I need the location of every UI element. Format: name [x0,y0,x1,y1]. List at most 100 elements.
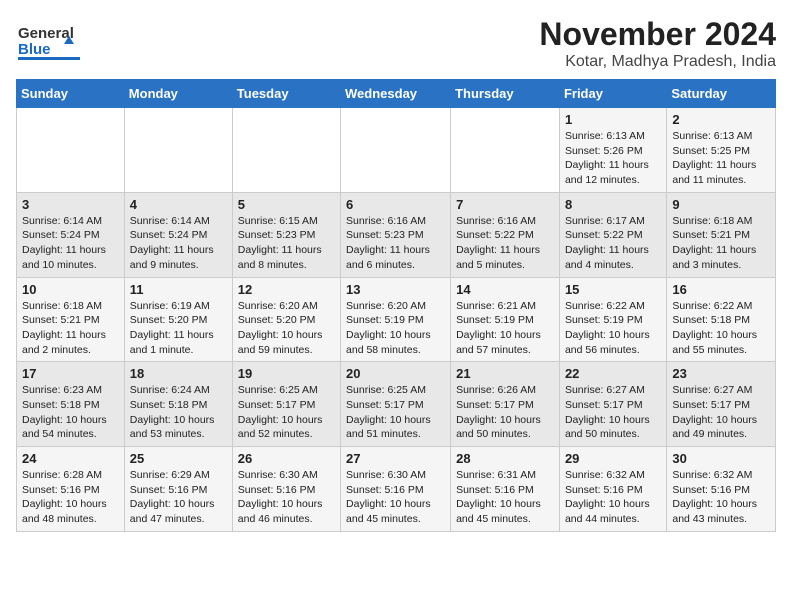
day-info: Sunrise: 6:14 AM Sunset: 5:24 PM Dayligh… [22,214,119,273]
day-info: Sunrise: 6:16 AM Sunset: 5:23 PM Dayligh… [346,214,445,273]
title-block: November 2024 Kotar, Madhya Pradesh, Ind… [539,16,776,71]
day-info: Sunrise: 6:21 AM Sunset: 5:19 PM Dayligh… [456,299,554,358]
column-header-sunday: Sunday [17,80,125,108]
day-number: 22 [565,366,661,381]
calendar-cell: 1 Sunrise: 6:13 AM Sunset: 5:26 PM Daylig… [559,108,666,193]
day-number: 6 [346,197,445,212]
page-title: November 2024 [539,16,776,53]
day-info: Sunrise: 6:19 AM Sunset: 5:20 PM Dayligh… [130,299,227,358]
calendar-cell: 17 Sunrise: 6:23 AM Sunset: 5:18 PM Dayli… [17,362,125,447]
calendar-cell: 12 Sunrise: 6:20 AM Sunset: 5:20 PM Dayli… [232,277,340,362]
day-number: 21 [456,366,554,381]
calendar-week-3: 10Sunrise: 6:18 AM Sunset: 5:21 PM Dayli… [17,277,776,362]
calendar-cell: 22 Sunrise: 6:27 AM Sunset: 5:17 PM Dayli… [559,362,666,447]
day-info: Sunrise: 6:26 AM Sunset: 5:17 PM Dayligh… [456,383,554,442]
day-number: 30 [672,451,770,466]
calendar-cell: 29 Sunrise: 6:32 AM Sunset: 5:16 PM Dayli… [559,447,666,532]
svg-text:General: General [18,25,74,42]
day-info: Sunrise: 6:14 AM Sunset: 5:24 PM Dayligh… [130,214,227,273]
day-info: Sunrise: 6:15 AM Sunset: 5:23 PM Dayligh… [238,214,335,273]
calendar-cell: 6 Sunrise: 6:16 AM Sunset: 5:23 PM Daylig… [341,192,451,277]
day-info: Sunrise: 6:24 AM Sunset: 5:18 PM Dayligh… [130,383,227,442]
svg-text:Blue: Blue [18,41,51,58]
day-number: 1 [565,112,661,127]
day-number: 14 [456,282,554,297]
day-info: Sunrise: 6:23 AM Sunset: 5:18 PM Dayligh… [22,383,119,442]
column-header-wednesday: Wednesday [341,80,451,108]
day-number: 27 [346,451,445,466]
day-number: 23 [672,366,770,381]
day-info: Sunrise: 6:25 AM Sunset: 5:17 PM Dayligh… [346,383,445,442]
day-number: 12 [238,282,335,297]
calendar-cell: 3 Sunrise: 6:14 AM Sunset: 5:24 PM Daylig… [17,192,125,277]
calendar-cell: 28 Sunrise: 6:31 AM Sunset: 5:16 PM Dayli… [451,447,560,532]
day-number: 20 [346,366,445,381]
day-number: 11 [130,282,227,297]
calendar-cell: 7 Sunrise: 6:16 AM Sunset: 5:22 PM Daylig… [451,192,560,277]
day-info: Sunrise: 6:28 AM Sunset: 5:16 PM Dayligh… [22,468,119,527]
day-info: Sunrise: 6:32 AM Sunset: 5:16 PM Dayligh… [565,468,661,527]
day-number: 10 [22,282,119,297]
calendar-cell: 2 Sunrise: 6:13 AM Sunset: 5:25 PM Daylig… [667,108,776,193]
column-header-friday: Friday [559,80,666,108]
day-info: Sunrise: 6:31 AM Sunset: 5:16 PM Dayligh… [456,468,554,527]
day-number: 15 [565,282,661,297]
calendar-cell: 11 Sunrise: 6:19 AM Sunset: 5:20 PM Dayli… [124,277,232,362]
calendar-cell: 26Sunrise: 6:30 AM Sunset: 5:16 PM Dayli… [232,447,340,532]
day-info: Sunrise: 6:16 AM Sunset: 5:22 PM Dayligh… [456,214,554,273]
day-info: Sunrise: 6:13 AM Sunset: 5:25 PM Dayligh… [672,129,770,188]
calendar-cell: 13Sunrise: 6:20 AM Sunset: 5:19 PM Dayli… [341,277,451,362]
calendar-week-4: 17 Sunrise: 6:23 AM Sunset: 5:18 PM Dayli… [17,362,776,447]
day-info: Sunrise: 6:30 AM Sunset: 5:16 PM Dayligh… [346,468,445,527]
calendar-cell: 10Sunrise: 6:18 AM Sunset: 5:21 PM Dayli… [17,277,125,362]
day-info: Sunrise: 6:13 AM Sunset: 5:26 PM Dayligh… [565,129,661,188]
calendar-body: 1 Sunrise: 6:13 AM Sunset: 5:26 PM Daylig… [17,108,776,532]
calendar-cell [232,108,340,193]
day-info: Sunrise: 6:27 AM Sunset: 5:17 PM Dayligh… [565,383,661,442]
day-number: 4 [130,197,227,212]
calendar-cell: 23 Sunrise: 6:27 AM Sunset: 5:17 PM Dayli… [667,362,776,447]
column-header-monday: Monday [124,80,232,108]
day-info: Sunrise: 6:27 AM Sunset: 5:17 PM Dayligh… [672,383,770,442]
day-number: 18 [130,366,227,381]
day-number: 9 [672,197,770,212]
day-info: Sunrise: 6:30 AM Sunset: 5:16 PM Dayligh… [238,468,335,527]
calendar-cell: 20 Sunrise: 6:25 AM Sunset: 5:17 PM Dayli… [341,362,451,447]
calendar-cell: 5 Sunrise: 6:15 AM Sunset: 5:23 PM Daylig… [232,192,340,277]
calendar-table: SundayMondayTuesdayWednesdayThursdayFrid… [16,79,776,532]
day-info: Sunrise: 6:17 AM Sunset: 5:22 PM Dayligh… [565,214,661,273]
logo: General Blue [16,16,88,68]
calendar-cell: 14 Sunrise: 6:21 AM Sunset: 5:19 PM Dayli… [451,277,560,362]
calendar-cell: 18 Sunrise: 6:24 AM Sunset: 5:18 PM Dayli… [124,362,232,447]
day-number: 7 [456,197,554,212]
day-number: 3 [22,197,119,212]
calendar-week-1: 1 Sunrise: 6:13 AM Sunset: 5:26 PM Daylig… [17,108,776,193]
page-header: General Blue November 2024 Kotar, Madhya… [16,16,776,71]
header-row: SundayMondayTuesdayWednesdayThursdayFrid… [17,80,776,108]
day-info: Sunrise: 6:22 AM Sunset: 5:18 PM Dayligh… [672,299,770,358]
page-subtitle: Kotar, Madhya Pradesh, India [539,53,776,71]
day-number: 2 [672,112,770,127]
day-number: 17 [22,366,119,381]
day-number: 5 [238,197,335,212]
day-number: 16 [672,282,770,297]
calendar-cell: 19Sunrise: 6:25 AM Sunset: 5:17 PM Dayli… [232,362,340,447]
day-number: 29 [565,451,661,466]
calendar-cell: 21 Sunrise: 6:26 AM Sunset: 5:17 PM Dayli… [451,362,560,447]
day-info: Sunrise: 6:20 AM Sunset: 5:19 PM Dayligh… [346,299,445,358]
day-info: Sunrise: 6:20 AM Sunset: 5:20 PM Dayligh… [238,299,335,358]
column-header-tuesday: Tuesday [232,80,340,108]
calendar-cell: 24Sunrise: 6:28 AM Sunset: 5:16 PM Dayli… [17,447,125,532]
calendar-cell: 4 Sunrise: 6:14 AM Sunset: 5:24 PM Daylig… [124,192,232,277]
column-header-thursday: Thursday [451,80,560,108]
calendar-header: SundayMondayTuesdayWednesdayThursdayFrid… [17,80,776,108]
calendar-cell: 9Sunrise: 6:18 AM Sunset: 5:21 PM Daylig… [667,192,776,277]
calendar-cell [124,108,232,193]
day-number: 19 [238,366,335,381]
day-number: 25 [130,451,227,466]
calendar-week-5: 24Sunrise: 6:28 AM Sunset: 5:16 PM Dayli… [17,447,776,532]
calendar-cell: 27 Sunrise: 6:30 AM Sunset: 5:16 PM Dayli… [341,447,451,532]
day-info: Sunrise: 6:32 AM Sunset: 5:16 PM Dayligh… [672,468,770,527]
logo-icon: General Blue [16,16,88,68]
day-number: 28 [456,451,554,466]
